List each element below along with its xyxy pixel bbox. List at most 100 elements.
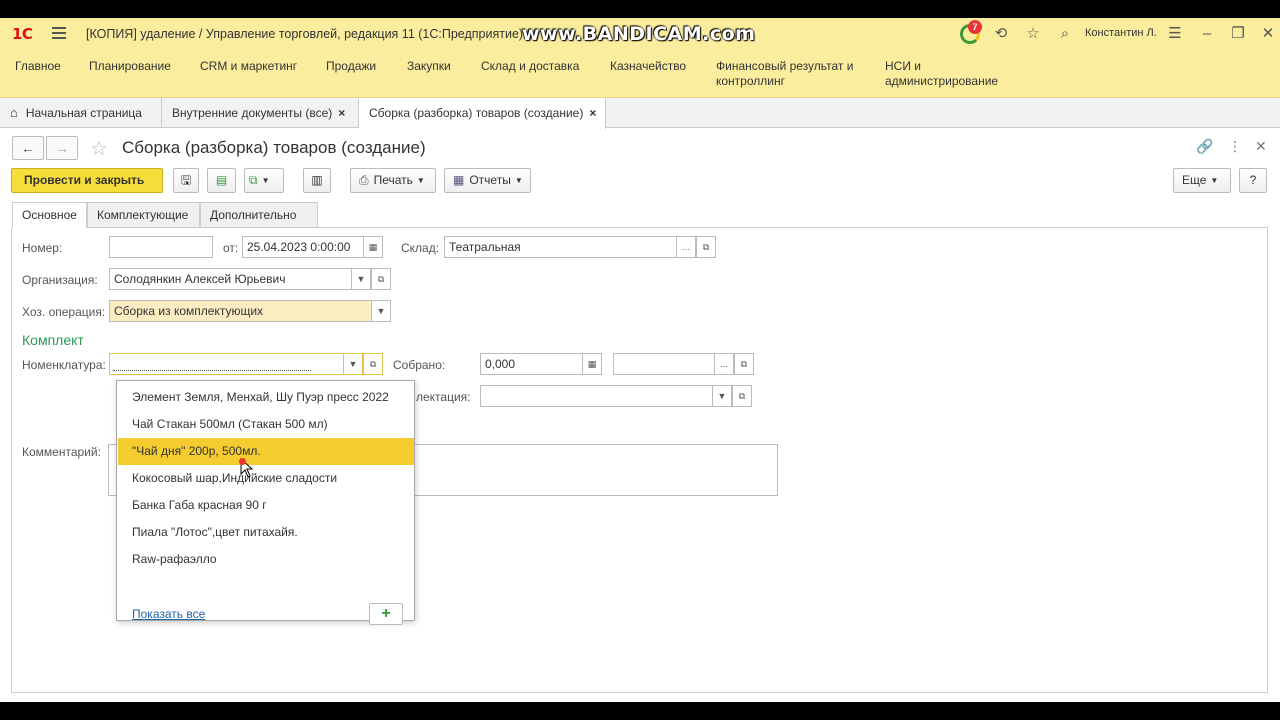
select-ellipsis-button[interactable]: … <box>714 353 734 375</box>
structure-button[interactable]: ▥ <box>303 168 331 193</box>
dropdown-item-highlighted[interactable]: "Чай дня" 200р, 500мл. <box>118 438 414 465</box>
printer-icon: ⎙ <box>359 173 369 187</box>
tab-components[interactable]: Комплектующие <box>87 202 200 228</box>
dropdown-item[interactable]: Кокосовый шар,Индийские сладости <box>118 465 414 492</box>
dropdown-item[interactable]: Пиала "Лотос",цвет питахайя. <box>118 519 414 546</box>
app-logo: 1С <box>12 25 33 43</box>
specification-label: лектация: <box>416 390 471 404</box>
date-field[interactable]: 25.04.2023 0:00:00 <box>242 236 364 258</box>
unit-field[interactable] <box>613 353 716 375</box>
warehouse-label: Склад: <box>401 241 440 255</box>
menu-crm[interactable]: CRM и маркетинг <box>200 59 297 74</box>
app-window: 1С [КОПИЯ] удаление / Управление торговл… <box>0 18 1280 702</box>
restore-icon[interactable]: ❐ <box>1227 23 1249 45</box>
dropdown-arrow-icon[interactable]: ▼ <box>371 300 391 322</box>
save-button[interactable]: 🖫 <box>173 168 199 193</box>
tab-label: Сборка (разборка) товаров (создание) <box>369 106 584 120</box>
menu-admin[interactable]: НСИ и администрирование <box>885 59 1005 89</box>
open-specification-icon[interactable]: ⧉ <box>732 385 752 407</box>
number-field[interactable] <box>109 236 213 258</box>
settings-menu-icon[interactable]: ☰ <box>1164 23 1186 45</box>
back-button[interactable]: ← <box>12 136 44 160</box>
favorite-star-icon[interactable]: ☆ <box>90 136 108 161</box>
more-label: Еще <box>1182 173 1207 187</box>
reports-label: Отчеты <box>469 173 511 187</box>
menu-planning[interactable]: Планирование <box>89 59 171 74</box>
operation-label: Хоз. операция: <box>22 305 106 319</box>
more-button[interactable]: Еще ▼ <box>1173 168 1231 193</box>
collected-field[interactable]: 0,000 <box>480 353 583 375</box>
dropdown-item[interactable]: Чай Стакан 500мл (Стакан 500 мл) <box>118 411 414 438</box>
open-warehouse-icon[interactable]: ⧉ <box>696 236 716 258</box>
tab-additional[interactable]: Дополнительно <box>200 202 318 228</box>
help-button[interactable]: ? <box>1239 168 1267 193</box>
menu-treasury[interactable]: Казначейство <box>610 59 686 74</box>
app-title: [КОПИЯ] удаление / Управление торговлей,… <box>86 27 524 41</box>
dropdown-arrow-icon[interactable]: ▼ <box>343 353 363 375</box>
select-ellipsis-button[interactable]: … <box>676 236 696 258</box>
link-icon[interactable]: 🔗 <box>1196 138 1213 155</box>
post-button[interactable]: ▤ <box>207 168 236 193</box>
open-nomenclature-icon[interactable]: ⧉ <box>363 353 383 375</box>
open-tabs: ⌂ Начальная страница Внутренние документы… <box>0 98 1280 129</box>
form-title: Сборка (разборка) товаров (создание) <box>122 138 426 157</box>
menu-purchases[interactable]: Закупки <box>407 59 451 74</box>
close-window-icon[interactable]: ✕ <box>1257 23 1279 45</box>
nomenclature-input[interactable] <box>109 353 344 375</box>
favorites-star-icon[interactable]: ☆ <box>1022 23 1044 45</box>
more-vertical-icon[interactable]: ⋮ <box>1228 138 1242 155</box>
add-new-button[interactable]: + <box>369 603 403 625</box>
create-based-on-button[interactable]: ⧉ ▼ <box>244 168 284 193</box>
dropdown-item[interactable]: Элемент Земля, Менхай, Шу Пуэр пресс 202… <box>118 384 414 411</box>
organization-field[interactable]: Солодянкин Алексей Юрьевич <box>109 268 352 290</box>
forward-button[interactable]: → <box>46 136 78 160</box>
calculator-icon[interactable]: ▦ <box>582 353 602 375</box>
menu-warehouse[interactable]: Склад и доставка <box>481 59 579 74</box>
main-menu: Главное Планирование CRM и маркетинг Про… <box>0 50 1280 98</box>
print-button[interactable]: ⎙ Печать ▼ <box>350 168 436 193</box>
search-icon[interactable]: ⌕ <box>1054 23 1076 45</box>
open-organization-icon[interactable]: ⧉ <box>371 268 391 290</box>
dropdown-item[interactable]: Raw-рафаэлло <box>118 546 414 573</box>
post-document-icon: ▤ <box>215 173 228 187</box>
open-unit-icon[interactable]: ⧉ <box>734 353 754 375</box>
watermark: www.BANDICAM.com <box>522 23 756 45</box>
home-icon: ⌂ <box>10 105 18 120</box>
tab-internal-docs[interactable]: Внутренние документы (все) × <box>162 98 359 128</box>
show-all-link[interactable]: Показать все <box>132 607 205 621</box>
kit-section-title: Комплект <box>22 332 84 348</box>
main-menu-icon[interactable] <box>52 27 66 39</box>
specification-field[interactable] <box>480 385 713 407</box>
nomenclature-dropdown: Элемент Земля, Менхай, Шу Пуэр пресс 202… <box>116 380 415 625</box>
tab-home[interactable]: ⌂ Начальная страница <box>0 98 162 128</box>
reports-icon: ▦ <box>453 173 465 187</box>
nomenclature-label: Номенклатура: <box>22 358 106 372</box>
tab-assembly[interactable]: Сборка (разборка) товаров (создание) × <box>359 98 606 129</box>
input-underline <box>113 370 311 371</box>
menu-sales[interactable]: Продажи <box>326 59 376 74</box>
reports-button[interactable]: ▦ Отчеты ▼ <box>444 168 531 193</box>
tab-label: Начальная страница <box>25 106 142 120</box>
menu-financial[interactable]: Финансовый результат и контроллинг <box>716 59 866 89</box>
plus-icon: + <box>381 605 391 622</box>
operation-field[interactable]: Сборка из комплектующих <box>109 300 372 322</box>
tab-label: Внутренние документы (все) <box>172 106 333 120</box>
menu-main[interactable]: Главное <box>15 59 61 74</box>
user-name[interactable]: Константин Л. <box>1085 27 1157 39</box>
warehouse-field[interactable]: Театральная <box>444 236 677 258</box>
dropdown-arrow-icon[interactable]: ▼ <box>351 268 371 290</box>
tab-main[interactable]: Основное <box>12 202 87 228</box>
close-form-icon[interactable]: ✕ <box>1255 138 1267 155</box>
close-tab-icon[interactable]: × <box>338 106 345 120</box>
calendar-icon[interactable]: ▦ <box>363 236 383 258</box>
minimize-icon[interactable]: – <box>1196 23 1218 45</box>
number-label: Номер: <box>22 241 63 255</box>
close-tab-icon[interactable]: × <box>589 106 596 120</box>
collected-label: Собрано: <box>393 358 446 372</box>
comment-label: Комментарий: <box>22 445 101 459</box>
history-icon[interactable]: ⟲ <box>990 23 1012 45</box>
print-label: Печать <box>373 173 413 187</box>
dropdown-arrow-icon[interactable]: ▼ <box>712 385 732 407</box>
dropdown-item[interactable]: Банка Габа красная 90 г <box>118 492 414 519</box>
post-and-close-button[interactable]: Провести и закрыть <box>11 168 163 193</box>
